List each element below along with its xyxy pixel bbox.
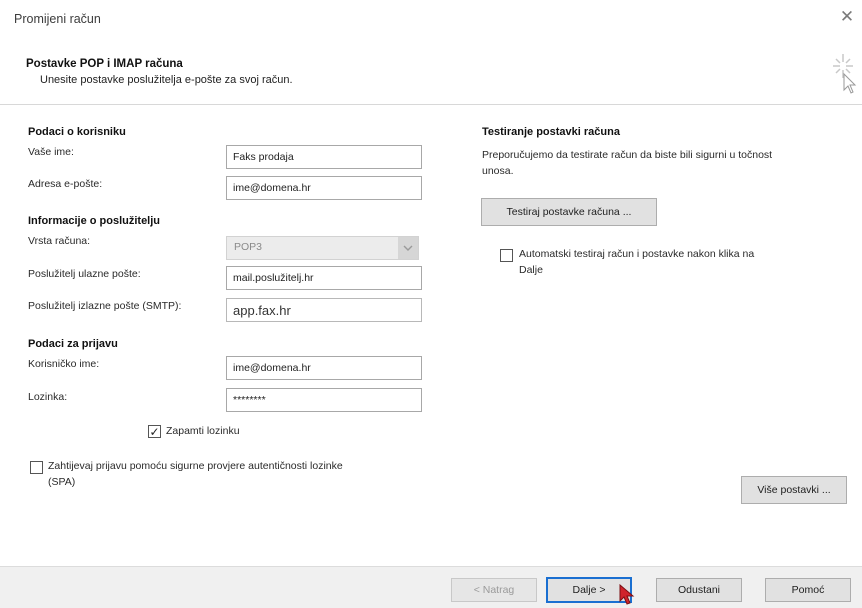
help-button[interactable]: Pomoć bbox=[765, 578, 851, 602]
chevron-down-icon bbox=[398, 237, 418, 259]
section-user-info: Podaci o korisniku bbox=[28, 126, 126, 138]
remember-password-label: Zapamti lozinku bbox=[166, 425, 240, 437]
account-type-value: POP3 bbox=[234, 241, 263, 253]
remember-password-checkbox[interactable]: ✓ bbox=[148, 425, 161, 438]
auto-test-label-line2: Dalje bbox=[519, 264, 543, 276]
header-subtitle: Unesite postavke poslužitelja e-pošte za… bbox=[40, 74, 293, 86]
auto-test-checkbox[interactable] bbox=[500, 249, 513, 262]
spa-checkbox[interactable] bbox=[30, 461, 43, 474]
sparkle-icon bbox=[833, 54, 857, 94]
outgoing-server-label: Poslužitelj izlazne pošte (SMTP): bbox=[28, 300, 182, 312]
incoming-server-label: Poslužitelj ulazne pošte: bbox=[28, 268, 141, 280]
section-login-info: Podaci za prijavu bbox=[28, 338, 118, 350]
cancel-button[interactable]: Odustani bbox=[656, 578, 742, 602]
name-field[interactable] bbox=[226, 145, 422, 169]
back-button[interactable]: < Natrag bbox=[451, 578, 537, 602]
spa-label-line2: (SPA) bbox=[48, 476, 76, 488]
settings-panel bbox=[0, 105, 862, 565]
check-icon: ✓ bbox=[149, 425, 160, 439]
more-settings-button[interactable]: Više postavki ... bbox=[741, 476, 847, 504]
username-label: Korisničko ime: bbox=[28, 358, 100, 370]
account-type-label: Vrsta računa: bbox=[28, 235, 91, 247]
section-server-info: Informacije o poslužitelju bbox=[28, 215, 161, 227]
password-label: Lozinka: bbox=[28, 391, 68, 403]
email-field[interactable] bbox=[226, 176, 422, 200]
header-title: Postavke POP i IMAP računa bbox=[26, 58, 183, 70]
test-settings-button[interactable]: Testiraj postavke računa ... bbox=[481, 198, 657, 226]
password-field[interactable] bbox=[226, 388, 422, 412]
title-bar bbox=[0, 0, 862, 44]
close-icon[interactable]: ✕ bbox=[836, 6, 858, 28]
outgoing-server-field[interactable] bbox=[226, 298, 422, 322]
test-description-line1: Preporučujemo da testirate račun da bist… bbox=[482, 149, 773, 161]
window-title: Promijeni račun bbox=[14, 12, 101, 26]
name-label: Vaše ime: bbox=[28, 146, 74, 158]
test-description-line2: unosa. bbox=[482, 165, 514, 177]
section-test-settings: Testiranje postavki računa bbox=[482, 126, 620, 138]
mouse-cursor-icon bbox=[619, 584, 635, 605]
incoming-server-field[interactable] bbox=[226, 266, 422, 290]
email-label: Adresa e-pošte: bbox=[28, 178, 103, 190]
username-field[interactable] bbox=[226, 356, 422, 380]
spa-label-line1: Zahtijevaj prijavu pomoću sigurne provje… bbox=[48, 460, 343, 472]
auto-test-label-line1: Automatski testiraj račun i postavke nak… bbox=[519, 248, 755, 260]
